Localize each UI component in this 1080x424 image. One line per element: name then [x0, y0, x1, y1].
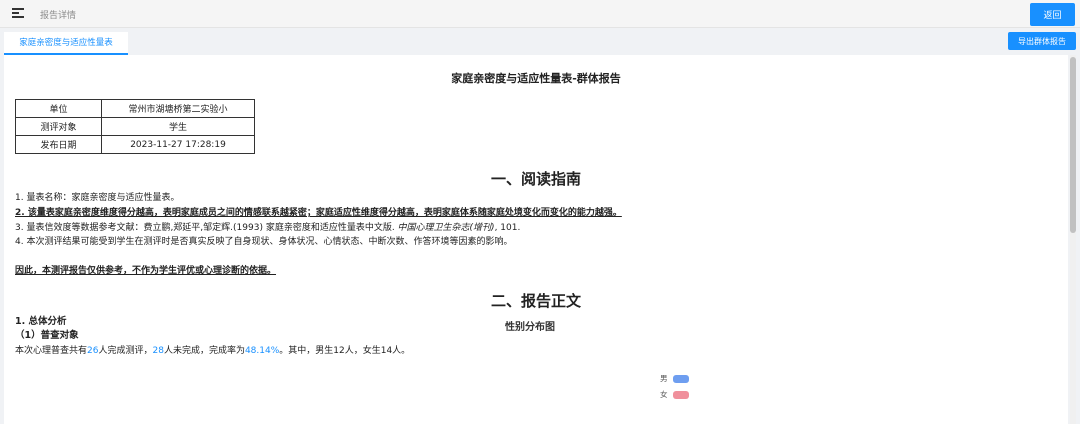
completed-count: 26: [87, 346, 99, 356]
scrollbar[interactable]: [1070, 55, 1076, 424]
gender-chart-title: 性别分布图: [505, 322, 555, 333]
section-title-report: 二、报告正文: [490, 292, 581, 310]
meta-key: 测评对象: [15, 117, 102, 136]
report-content: 家庭亲密度与适应性量表-群体报告 单位 常州市湖塘桥第二实验小 测评对象 学生 …: [4, 55, 1068, 424]
guide-line-3-text: 3. 量表信效度等数据参考文献：费立鹏,郑延平,邹定辉.(1993) 家庭亲密度…: [15, 223, 398, 233]
journal-name: 中国心理卫生杂志(增刊): [397, 223, 495, 233]
meta-value: 学生: [101, 117, 255, 136]
scrollbar-thumb[interactable]: [1070, 57, 1076, 233]
legend-label: 男: [660, 374, 668, 383]
breadcrumb[interactable]: 报告详情: [40, 8, 76, 21]
guide-line-2: 2. 该量表家庭亲密度维度得分越高，表明家庭成员之间的情感联系越紧密；家庭适应性…: [15, 208, 622, 218]
guide-line-3-page: , 101.: [494, 223, 521, 233]
guide-line-1: 1. 量表名称：家庭亲密度与适应性量表。: [15, 193, 180, 203]
back-button[interactable]: 返回: [1030, 3, 1075, 26]
table-row: 单位 常州市湖塘桥第二实验小: [15, 99, 255, 118]
meta-value: 2023-11-27 17:28:19: [101, 135, 255, 154]
completion-rate: 48.14%: [244, 346, 280, 356]
legend-label: 女: [660, 390, 668, 399]
export-group-report-button[interactable]: 导出群体报告: [1008, 32, 1076, 50]
meta-key: 单位: [15, 99, 102, 118]
meta-value: 常州市湖塘桥第二实验小: [101, 99, 255, 118]
sub-title-survey-target: （1）普查对象: [15, 330, 79, 341]
tab-bar: 家庭亲密度与适应性量表 导出群体报告: [0, 29, 1080, 55]
legend-swatch: [672, 390, 689, 399]
summary-part: 本次心理普查共有: [15, 346, 88, 356]
meta-key: 发布日期: [15, 135, 102, 154]
report-meta-table: 单位 常州市湖塘桥第二实验小 测评对象 学生 发布日期 2023-11-27 1…: [15, 99, 255, 154]
legend-swatch: [672, 374, 689, 383]
tab-family-scale[interactable]: 家庭亲密度与适应性量表: [4, 32, 128, 55]
summary-text: 本次心理普查共有26人完成测评，28人未完成，完成率为48.14%。其中，男生1…: [15, 343, 410, 356]
summary-part: 。其中，男生12人，女生14人。: [279, 346, 411, 356]
legend-item-female[interactable]: 女: [660, 389, 689, 400]
guide-line-4: 4. 本次测评结果可能受到学生在测评时是否真实反映了自身现状、身体状况、心情状态…: [15, 237, 513, 247]
incomplete-count: 28: [152, 346, 164, 356]
summary-part: 人完成测评，: [98, 346, 153, 356]
analysis-title: 1. 总体分析: [15, 316, 67, 327]
table-row: 测评对象 学生: [15, 117, 255, 136]
table-row: 发布日期 2023-11-27 17:28:19: [15, 135, 255, 154]
section-title-guide: 一、阅读指南: [490, 170, 581, 188]
report-title: 家庭亲密度与适应性量表-群体报告: [451, 72, 621, 85]
summary-part: 人未完成，完成率为: [163, 346, 245, 356]
menu-fold-icon[interactable]: [12, 8, 24, 19]
legend-item-male[interactable]: 男: [660, 373, 689, 384]
top-bar: 报告详情 返回: [0, 0, 1080, 28]
disclaimer: 因此，本测评报告仅供参考，不作为学生评优或心理诊断的依据。: [15, 266, 277, 276]
guide-line-3: 3. 量表信效度等数据参考文献：费立鹏,郑延平,邹定辉.(1993) 家庭亲密度…: [15, 220, 520, 233]
